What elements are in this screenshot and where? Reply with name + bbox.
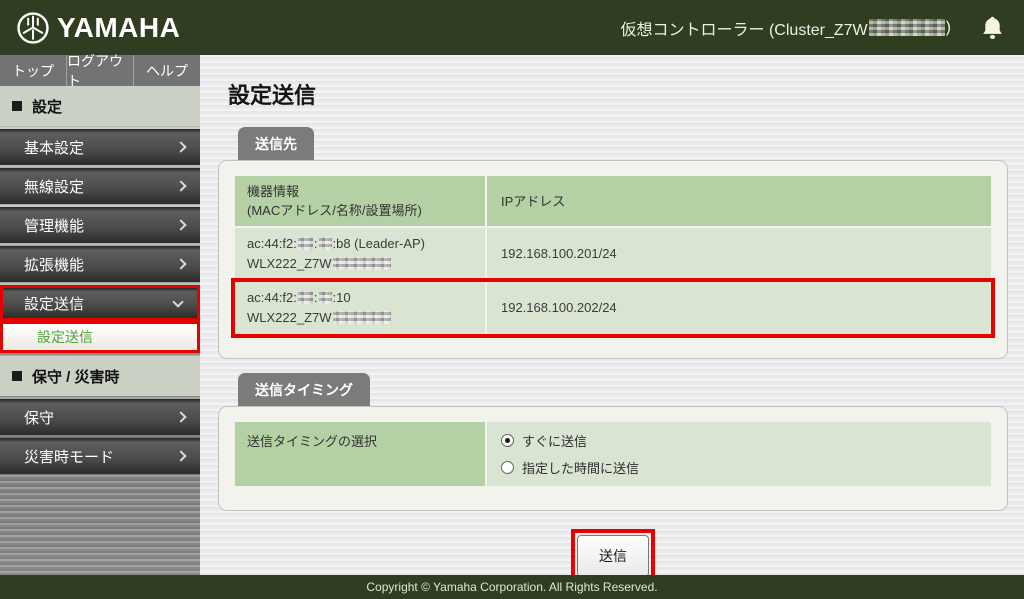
sidebar-item-maintenance[interactable]: 保守 [0,399,200,435]
sidebar-item-management[interactable]: 管理機能 [0,207,200,243]
sidebar-item-label: 基本設定 [24,139,85,157]
chevron-right-icon [175,180,187,192]
ip-address-cell: 192.168.100.201/24 [487,228,991,280]
radio-button-icon [501,434,514,447]
table-row-follower-ap: ac:44:f2:::10 WLX222_Z7W 192.168.100.202… [231,278,995,338]
device-info-header-cell: 機器情報 (MACアドレス/名称/設置場所) [235,176,485,226]
sidebar-item-disaster-mode[interactable]: 災害時モード [0,438,200,474]
censored-device-serial [332,311,391,324]
sidebar-item-config-send[interactable]: 設定送信 [0,285,200,321]
table-row-leader-ap: ac:44:f2:::b8 (Leader-AP) WLX222_Z7W 192… [235,228,991,280]
censored-device-serial [332,257,391,270]
sidebar-subitem-config-send[interactable]: 設定送信 [0,321,200,353]
brand-text: YAMAHA [57,11,181,43]
radio-send-at-time[interactable]: 指定した時間に送信 [501,458,639,477]
section-settings-label: 設定 [32,98,63,116]
device-mac-line: ac:44:f2:::10 [247,290,351,305]
censored-mac-octet [318,237,332,250]
table-header-row: 機器情報 (MACアドレス/名称/設置場所) IPアドレス [235,176,991,226]
controller-text-prefix: 仮想コントローラー (Cluster_Z7W [620,21,868,39]
sidebar-item-label: 無線設定 [24,178,85,196]
footer: Copyright © Yamaha Corporation. All Righ… [0,575,1024,599]
sidebar-nav-tabs: トップ ログアウト ヘルプ [0,53,200,89]
sidebar-item-label: 管理機能 [24,217,85,235]
chevron-right-icon [175,411,187,423]
sidebar-item-label: 災害時モード [24,448,115,466]
chevron-right-icon [175,141,187,153]
device-info-header-line1: 機器情報 [247,184,300,199]
sidebar-item-label: 設定送信 [24,295,85,313]
sidebar-section-maintenance: 保守 / 災害時 [0,356,200,396]
topbar-right: 仮想コントローラー (Cluster_Z7W) [621,15,1004,41]
tuning-fork-icon [17,11,49,44]
device-info-header-line2: (MACアドレス/名称/設置場所) [247,203,422,218]
censored-mac-octet [318,291,332,304]
censored-mac-octet [297,237,313,250]
timing-label-cell: 送信タイミングの選択 [235,422,485,486]
submit-button[interactable]: 送信 [577,535,649,577]
sidebar-section-settings: 設定 [0,86,200,126]
chevron-right-icon [175,258,187,270]
timing-row: 送信タイミングの選択 すぐに送信 指定した時間に送信 [235,422,991,486]
sidebar-item-basic-settings[interactable]: 基本設定 [0,129,200,165]
controller-text-suffix: ) [945,18,951,36]
section-bullet-icon [12,101,22,111]
chevron-right-icon [175,219,187,231]
timing-options-cell: すぐに送信 指定した時間に送信 [487,422,991,486]
radio-send-now[interactable]: すぐに送信 [501,431,587,450]
timing-section-label: 送信タイミング [238,373,370,406]
device-name-line: WLX222_Z7W [247,308,473,328]
radio-button-icon [501,461,514,474]
timing-panel: 送信タイミングの選択 すぐに送信 指定した時間に送信 [218,406,1008,511]
nav-tab-logout[interactable]: ログアウト [67,53,134,89]
destination-section-label: 送信先 [238,127,314,160]
sidebar-subitem-label: 設定送信 [37,329,93,345]
sidebar-item-wireless-settings[interactable]: 無線設定 [0,168,200,204]
section-bullet-icon [12,371,22,381]
app-screen: YAMAHA 仮想コントローラー (Cluster_Z7W) トップ ログアウト… [0,0,1024,599]
device-mac-line: ac:44:f2:::b8 (Leader-AP) [247,236,425,251]
top-bar: YAMAHA 仮想コントローラー (Cluster_Z7W) [0,0,1024,55]
chevron-right-icon [175,450,187,462]
sidebar-item-label: 保守 [24,409,55,427]
sidebar: トップ ログアウト ヘルプ 設定 基本設定 無線設定 管理機能 拡張機能 設定送… [0,53,200,575]
device-name-line: WLX222_Z7W [247,254,473,274]
censored-cluster-id [868,19,945,36]
device-info-cell: ac:44:f2:::b8 (Leader-AP) WLX222_Z7W [235,228,485,280]
copyright-text: Copyright © Yamaha Corporation. All Righ… [366,580,658,594]
nav-tab-help[interactable]: ヘルプ [134,55,200,86]
yamaha-logo: YAMAHA [16,11,180,45]
main-content: 設定送信 送信先 機器情報 (MACアドレス/名称/設置場所) IPアドレス a… [200,55,1024,583]
destination-panel: 機器情報 (MACアドレス/名称/設置場所) IPアドレス ac:44:f2::… [218,160,1008,359]
section-maintenance-label: 保守 / 災害時 [32,368,120,386]
censored-mac-octet [297,291,313,304]
page-title: 設定送信 [228,83,317,108]
notification-bell-icon[interactable] [981,15,1004,41]
controller-label: 仮想コントローラー (Cluster_Z7W) [621,16,951,40]
radio-label: 指定した時間に送信 [522,461,640,476]
ip-address-cell: 192.168.100.202/24 [487,282,991,334]
sidebar-item-extended[interactable]: 拡張機能 [0,246,200,282]
sidebar-item-label: 拡張機能 [24,256,85,274]
device-info-cell: ac:44:f2:::10 WLX222_Z7W [235,282,485,334]
radio-label: すぐに送信 [522,434,588,449]
chevron-down-icon [172,295,184,308]
nav-tab-top[interactable]: トップ [0,55,67,86]
ip-address-header-cell: IPアドレス [487,176,991,226]
